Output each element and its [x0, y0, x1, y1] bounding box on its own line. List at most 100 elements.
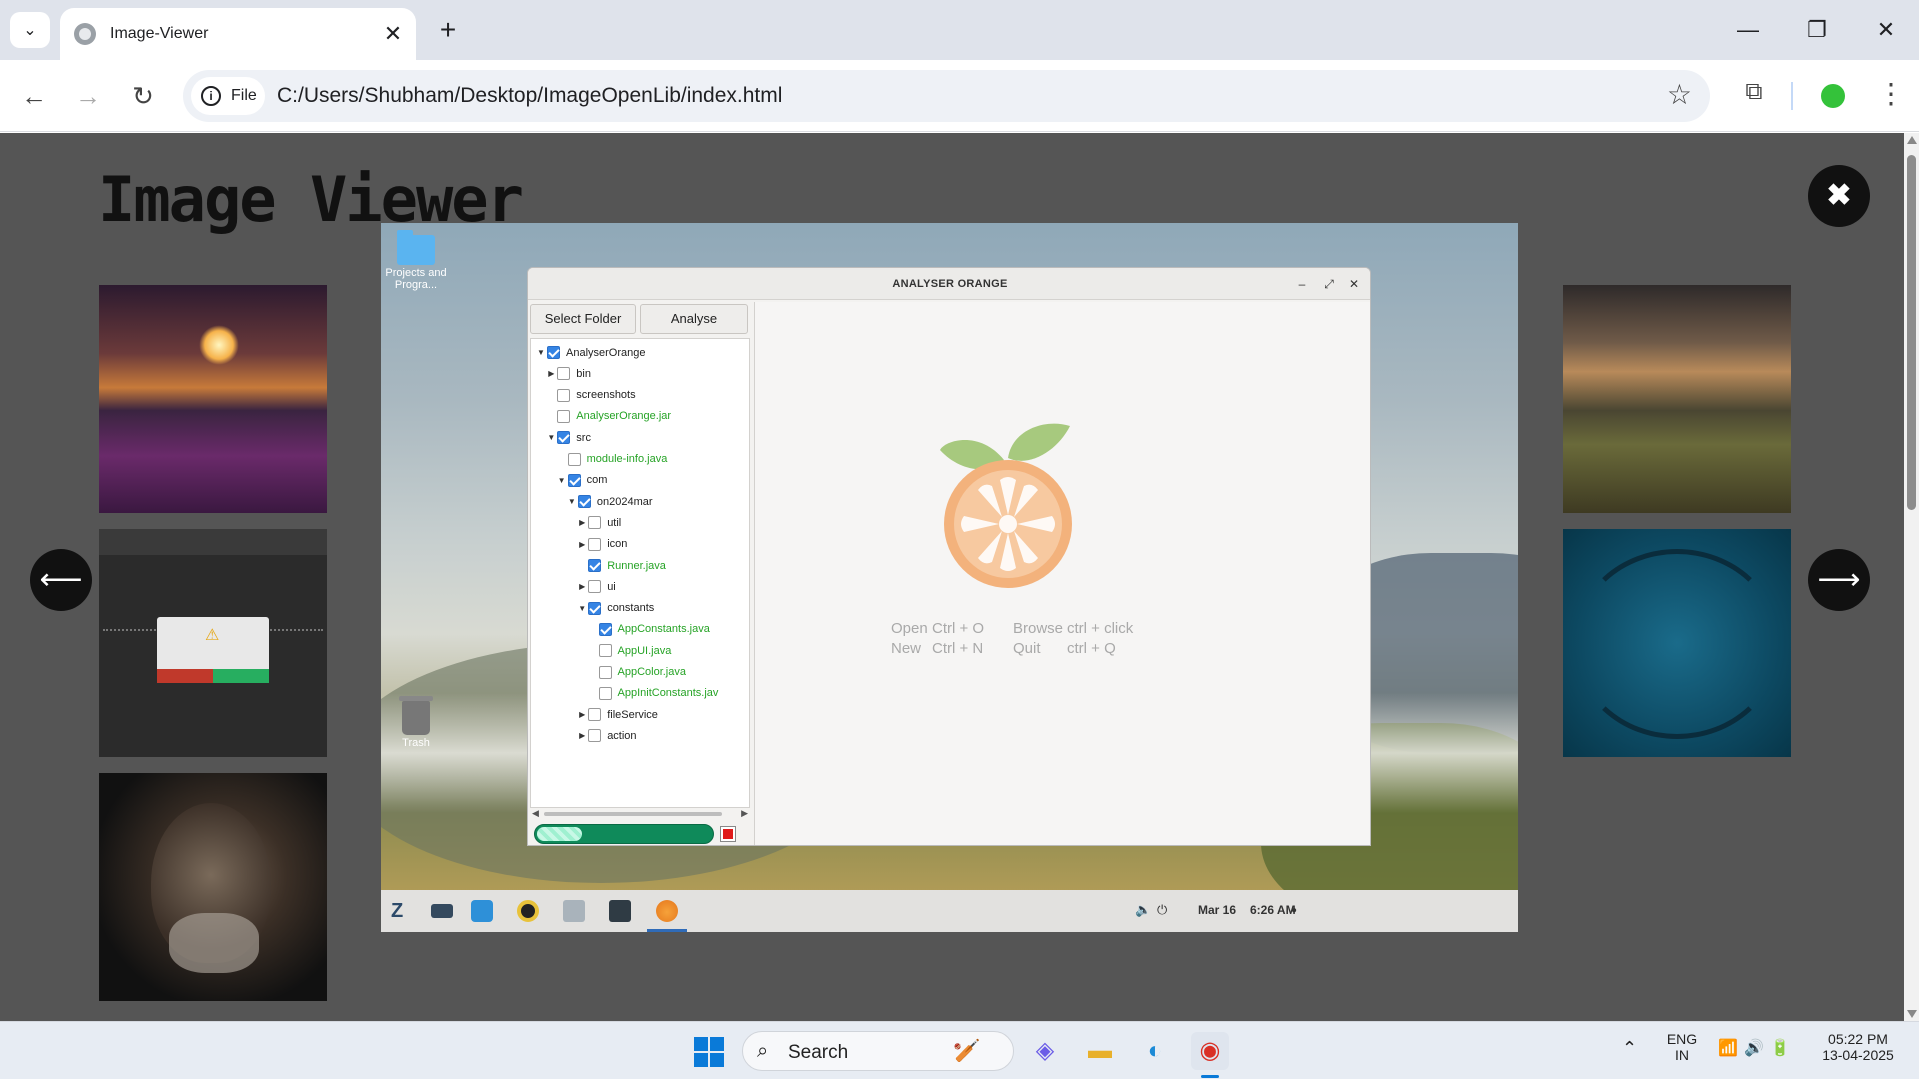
gallery-thumb-blue-abstract[interactable] — [1563, 529, 1791, 757]
files-icon[interactable] — [563, 900, 585, 922]
extensions-icon[interactable]: ⧉ — [1737, 78, 1771, 112]
desktop-icon-trash[interactable]: Trash — [381, 696, 456, 749]
prev-image-button[interactable]: ⟵ — [30, 549, 92, 611]
tree-node[interactable]: ▼ src — [545, 427, 591, 448]
bookmark-star-icon[interactable]: ☆ — [1667, 78, 1692, 111]
tab-image-viewer[interactable]: Image-Viewer ✕ — [60, 8, 416, 60]
copilot-icon[interactable]: ◈ — [1026, 1032, 1064, 1070]
menu-kebab-icon[interactable]: ⋮ — [1877, 76, 1905, 112]
tree-node[interactable]: AppColor.java — [587, 662, 686, 683]
expand-right-icon[interactable]: ▶ — [576, 582, 588, 591]
tab-search-button[interactable]: ⌄ — [10, 12, 50, 48]
expand-down-icon[interactable]: ▼ — [556, 476, 568, 485]
tree-checkbox[interactable] — [557, 367, 571, 381]
profile-avatar[interactable] — [1821, 84, 1845, 108]
taskbar-clock[interactable]: 05:22 PM 13-04-2025 — [1808, 1031, 1908, 1063]
tree-checkbox[interactable] — [588, 729, 602, 743]
tree-node[interactable]: ▶ bin — [545, 363, 591, 384]
battery-icon[interactable]: 🔋 — [1770, 1038, 1790, 1058]
tree-node[interactable]: ▶ ui — [576, 576, 616, 597]
expand-down-icon[interactable]: ▼ — [535, 348, 547, 357]
tree-checkbox[interactable] — [588, 601, 602, 615]
tree-checkbox[interactable] — [598, 665, 612, 679]
tree-node[interactable]: ▶ action — [576, 725, 637, 746]
power-icon[interactable]: ⏻ — [1157, 902, 1167, 918]
tree-checkbox[interactable] — [557, 388, 571, 402]
file-explorer-icon[interactable]: ▬ — [1081, 1032, 1119, 1070]
notification-dot-icon[interactable]: ● — [1291, 905, 1297, 916]
tree-node[interactable]: screenshots — [545, 385, 636, 406]
tree-checkbox[interactable] — [567, 473, 581, 487]
tree-node[interactable]: module-info.java — [556, 449, 667, 470]
media-player-icon[interactable] — [517, 900, 539, 922]
scroll-left-icon[interactable]: ◀ — [532, 808, 539, 819]
tree-node[interactable]: ▶ fileService — [576, 704, 658, 725]
app-close-button[interactable]: ✕ — [1343, 268, 1365, 300]
restore-button[interactable]: ❐ — [1795, 10, 1839, 50]
tree-node[interactable]: ▼ com — [556, 470, 607, 491]
tree-checkbox[interactable] — [588, 580, 602, 594]
app-minimize-button[interactable]: – — [1291, 268, 1313, 300]
tree-node[interactable]: AnalyserOrange.jar — [545, 406, 671, 427]
expand-down-icon[interactable]: ▼ — [576, 604, 588, 613]
chrome-icon[interactable]: ◉ — [1191, 1032, 1229, 1070]
software-store-icon[interactable] — [471, 900, 493, 922]
tree-checkbox[interactable] — [598, 644, 612, 658]
volume-icon[interactable]: 🔈 — [1135, 902, 1151, 918]
gallery-thumb-dialog-screenshot[interactable]: ⚠ — [99, 529, 327, 757]
site-info-chip[interactable]: i File — [191, 77, 265, 115]
scroll-right-icon[interactable]: ▶ — [741, 808, 748, 819]
tree-node[interactable]: ▼ on2024mar — [566, 491, 653, 512]
select-folder-button[interactable]: Select Folder — [530, 304, 636, 334]
tree-node[interactable]: ▼ constants — [576, 598, 654, 619]
tree-node[interactable]: ▼ AnalyserOrange — [535, 342, 646, 363]
expand-right-icon[interactable]: ▶ — [576, 540, 588, 549]
back-button[interactable]: ← — [16, 78, 52, 114]
new-tab-button[interactable]: + — [430, 12, 466, 48]
tree-checkbox[interactable] — [588, 559, 602, 572]
tree-checkbox[interactable] — [588, 516, 602, 530]
scroll-thumb[interactable] — [1907, 155, 1916, 510]
edge-icon[interactable]: ◐ — [1136, 1032, 1174, 1070]
tree-checkbox[interactable] — [588, 708, 602, 722]
minimize-button[interactable]: — — [1726, 10, 1770, 50]
terminal-icon[interactable] — [609, 900, 631, 922]
tree-node[interactable]: AppUI.java — [587, 640, 671, 661]
tree-checkbox[interactable] — [588, 537, 602, 551]
analyse-button[interactable]: Analyse — [640, 304, 748, 334]
scroll-up-arrow[interactable] — [1907, 136, 1917, 144]
next-image-button[interactable]: ⟶ — [1808, 549, 1870, 611]
reload-button[interactable]: ↻ — [125, 78, 161, 114]
tree-checkbox[interactable] — [577, 495, 591, 509]
language-indicator[interactable]: ENG IN — [1662, 1031, 1702, 1063]
scroll-track[interactable] — [544, 812, 722, 816]
page-scrollbar[interactable] — [1904, 133, 1919, 1021]
gallery-thumb-old-man[interactable] — [99, 773, 327, 1001]
expand-right-icon[interactable]: ▶ — [576, 731, 588, 740]
tree-checkbox[interactable] — [567, 452, 581, 466]
desktop-icon-projects[interactable]: Projects and Progra... — [381, 230, 456, 291]
tray-overflow-chevron-icon[interactable]: ⌃ — [1622, 1038, 1637, 1059]
stop-button[interactable] — [720, 826, 736, 842]
tree-node[interactable]: AppInitConstants.jav — [587, 683, 718, 704]
url-text[interactable]: C:/Users/Shubham/Desktop/ImageOpenLib/in… — [277, 84, 782, 108]
close-window-button[interactable]: ✕ — [1864, 10, 1908, 50]
show-desktop-icon[interactable] — [431, 904, 453, 918]
gallery-thumb-hills[interactable] — [1563, 285, 1791, 513]
wifi-icon[interactable]: 📶 — [1718, 1038, 1738, 1058]
tree-node[interactable]: AppConstants.java — [587, 619, 710, 640]
tree-checkbox[interactable] — [598, 622, 612, 636]
scroll-down-arrow[interactable] — [1907, 1010, 1917, 1018]
tab-close-icon[interactable]: ✕ — [378, 21, 408, 47]
windows-start-icon[interactable] — [694, 1037, 724, 1067]
expand-down-icon[interactable]: ▼ — [566, 497, 578, 506]
tree-node[interactable]: ▶ util — [576, 512, 621, 533]
analyser-orange-dock-icon[interactable] — [656, 900, 678, 922]
taskbar-search[interactable]: ⌕ Search 🏏 — [742, 1031, 1014, 1071]
gallery-thumb-sunset-flowers[interactable] — [99, 285, 327, 513]
close-viewer-button[interactable]: ✖ — [1808, 165, 1870, 227]
app-maximize-button[interactable]: ⤢ — [1318, 268, 1340, 300]
tree-checkbox[interactable] — [598, 686, 612, 700]
expand-right-icon[interactable]: ▶ — [576, 710, 588, 719]
tree-checkbox[interactable] — [557, 431, 571, 445]
